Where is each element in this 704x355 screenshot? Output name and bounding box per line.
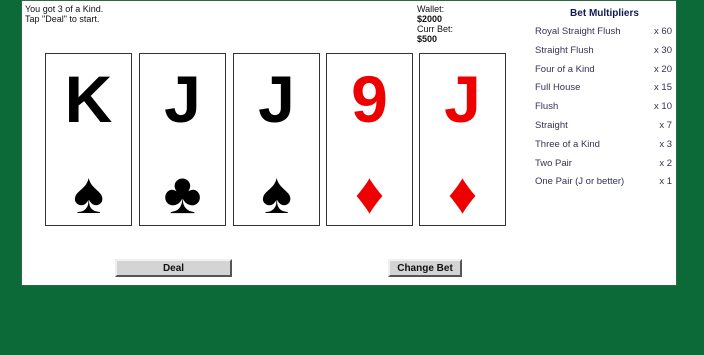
card-1-rank: K bbox=[64, 62, 113, 136]
multiplier-row: Four of a Kind x 20 bbox=[532, 61, 677, 80]
current-bet-value: $500 bbox=[417, 34, 438, 44]
card-2[interactable]: J ♣ bbox=[139, 53, 226, 226]
status-message: You got 3 of a Kind. Tap "Deal" to start… bbox=[25, 4, 103, 24]
card-4-rank: 9 bbox=[351, 62, 388, 136]
multiplier-value: x 20 bbox=[654, 63, 672, 75]
multiplier-value: x 10 bbox=[654, 101, 672, 113]
multiplier-row: Royal Straight Flush x 60 bbox=[532, 23, 677, 42]
multiplier-row: Flush x 10 bbox=[532, 98, 677, 117]
status-line-instruction: Tap "Deal" to start. bbox=[25, 14, 100, 24]
multiplier-hand: Straight Flush bbox=[535, 44, 594, 56]
deal-button[interactable]: Deal bbox=[115, 259, 232, 277]
multiplier-hand: Straight bbox=[535, 119, 568, 131]
diamond-icon: ♦ bbox=[354, 161, 385, 226]
card-3[interactable]: J ♠ bbox=[233, 53, 320, 226]
multiplier-value: x 60 bbox=[654, 26, 672, 37]
diamond-icon: ♦ bbox=[447, 161, 478, 226]
wallet-info: Wallet: $2000 Curr Bet: $500 bbox=[417, 4, 453, 44]
multiplier-row: Two Pair x 2 bbox=[532, 155, 677, 174]
multiplier-value: x 30 bbox=[654, 44, 672, 56]
bet-multipliers-table: Bet Multipliers Royal Straight Flush x 6… bbox=[532, 5, 677, 192]
multiplier-row: One Pair (J or better) x 1 bbox=[532, 173, 677, 192]
card-3-rank: J bbox=[258, 62, 295, 136]
current-bet-label: Curr Bet: bbox=[417, 24, 454, 34]
bet-multipliers-title: Bet Multipliers bbox=[570, 8, 639, 19]
multiplier-hand: One Pair (J or better) bbox=[535, 176, 625, 188]
multiplier-hand: Two Pair bbox=[535, 157, 572, 169]
multiplier-row: Full House x 15 bbox=[532, 79, 677, 98]
multiplier-hand: Flush bbox=[535, 101, 559, 113]
card-2-rank: J bbox=[164, 62, 201, 136]
multiplier-row: Straight Flush x 30 bbox=[532, 42, 677, 61]
multiplier-row: Straight x 7 bbox=[532, 117, 677, 136]
card-5[interactable]: J ♦ bbox=[419, 53, 506, 226]
multiplier-value: x 7 bbox=[659, 119, 672, 131]
card-5-rank: J bbox=[444, 62, 481, 136]
multiplier-value: x 15 bbox=[654, 82, 672, 94]
multiplier-value: x 3 bbox=[659, 138, 672, 150]
multiplier-hand: Four of a Kind bbox=[535, 63, 595, 75]
status-line-result: You got 3 of a Kind. bbox=[25, 4, 104, 14]
wallet-label: Wallet: bbox=[417, 4, 445, 14]
multiplier-row: Three of a Kind x 3 bbox=[532, 136, 677, 155]
multiplier-hand: Three of a Kind bbox=[535, 138, 600, 150]
game-panel: You got 3 of a Kind. Tap "Deal" to start… bbox=[21, 0, 677, 286]
card-1[interactable]: K ♠ bbox=[45, 53, 132, 226]
wallet-value: $2000 bbox=[417, 14, 443, 24]
card-4[interactable]: 9 ♦ bbox=[326, 53, 413, 226]
multiplier-value: x 2 bbox=[659, 157, 672, 169]
spade-icon: ♠ bbox=[73, 161, 104, 226]
multiplier-hand: Full House bbox=[535, 82, 581, 94]
club-icon: ♣ bbox=[163, 161, 202, 226]
spade-icon: ♠ bbox=[261, 161, 292, 226]
multiplier-value: x 1 bbox=[659, 176, 672, 188]
multiplier-hand: Royal Straight Flush bbox=[535, 26, 621, 37]
change-bet-button[interactable]: Change Bet bbox=[388, 259, 462, 277]
